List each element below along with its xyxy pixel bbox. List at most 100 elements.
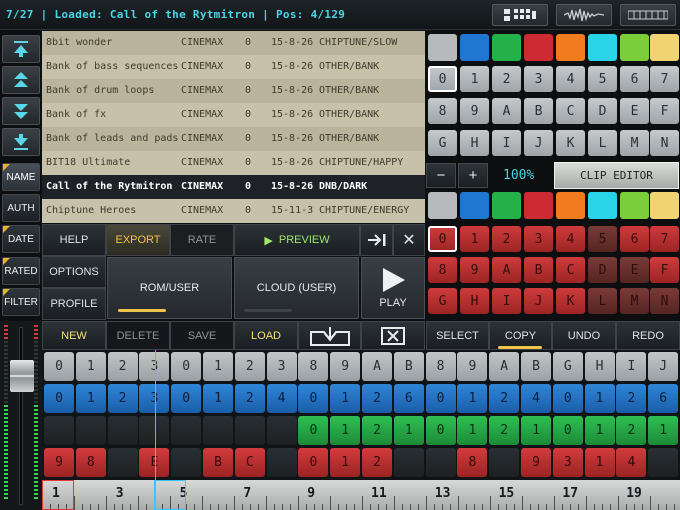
sequencer-cell[interactable] [489, 448, 520, 477]
filter-button[interactable]: FILTER [2, 288, 40, 316]
clip-pad[interactable]: I [492, 288, 521, 314]
color-swatch[interactable] [492, 192, 521, 219]
color-swatch[interactable] [588, 34, 617, 61]
pattern-pad[interactable]: E [620, 98, 649, 124]
profile-button[interactable]: PROFILE [42, 288, 106, 320]
sequencer-cell[interactable]: 0 [425, 416, 456, 445]
song-row[interactable]: Bank of drum loops CINEMAX 0 15-8-26 OTHER/B… [42, 79, 425, 103]
sequencer-cell[interactable] [171, 416, 202, 445]
sequencer-cell[interactable]: 2 [616, 416, 647, 445]
sequencer-cell[interactable]: B [203, 448, 233, 477]
sequencer-cell[interactable]: 2 [107, 352, 138, 381]
pattern-pad[interactable]: L [588, 130, 617, 156]
clip-pad[interactable]: C [556, 257, 585, 283]
sequencer-cell[interactable]: 3 [266, 352, 297, 381]
sequencer-cell[interactable]: 8 [457, 448, 488, 477]
close-button[interactable]: ✕ [393, 224, 425, 256]
clip-pad[interactable]: 8 [428, 257, 457, 283]
sequencer-cell[interactable] [234, 416, 265, 445]
clip-pad[interactable]: F [650, 257, 679, 283]
redo-button[interactable]: REDO [616, 321, 680, 350]
help-button[interactable]: HELP [42, 224, 106, 256]
song-row[interactable]: Bank of leads and pads CINEMAX 0 15-8-26 OTH… [42, 127, 425, 151]
pattern-pad[interactable]: N [650, 130, 679, 156]
waveform-button[interactable] [556, 4, 612, 26]
sequencer-cell[interactable]: 0 [552, 384, 583, 413]
keyboard-button[interactable] [620, 4, 676, 26]
minus-button[interactable]: − [426, 163, 456, 188]
pattern-pad[interactable]: 2 [492, 66, 521, 92]
sequencer-cell[interactable] [425, 448, 456, 477]
sequencer-cell[interactable]: 8 [425, 352, 456, 381]
sequencer-cell[interactable]: 1 [203, 384, 233, 413]
clip-pad[interactable]: A [492, 257, 521, 283]
sequencer-cell[interactable]: 1 [203, 352, 233, 381]
load-to-button[interactable] [360, 224, 393, 256]
sequencer-cell[interactable]: 2 [362, 416, 392, 445]
sequencer-cell[interactable]: 1 [648, 416, 679, 445]
pattern-pad[interactable]: H [460, 130, 489, 156]
sequencer-cell[interactable]: 9 [44, 448, 74, 477]
color-swatch[interactable] [650, 34, 679, 61]
pattern-pad[interactable]: 5 [588, 66, 617, 92]
clip-pad[interactable]: 6 [620, 226, 649, 252]
pattern-pad[interactable]: I [492, 130, 521, 156]
color-swatch[interactable] [650, 192, 679, 219]
color-swatch[interactable] [428, 34, 457, 61]
color-swatch[interactable] [460, 34, 489, 61]
song-row[interactable]: Bank of fx CINEMAX 0 15-8-26 OTHER/BANK [42, 103, 425, 127]
color-swatch[interactable] [620, 192, 649, 219]
sequencer-cell[interactable]: I [616, 352, 647, 381]
delete-button[interactable]: DELETE [106, 321, 170, 350]
sequencer-cell[interactable]: 1 [584, 416, 615, 445]
clip-pad[interactable]: 3 [524, 226, 553, 252]
sequencer-cell[interactable]: 3 [552, 448, 583, 477]
clip-pad[interactable]: 2 [492, 226, 521, 252]
sequencer-cell[interactable]: 9 [521, 448, 551, 477]
sequencer-cell[interactable]: 9 [457, 352, 488, 381]
clip-pad[interactable]: N [650, 288, 679, 314]
color-swatch[interactable] [460, 192, 489, 219]
sequencer-cell[interactable]: 2 [362, 384, 392, 413]
sequencer-cell[interactable]: A [489, 352, 520, 381]
clip-pad[interactable]: M [620, 288, 649, 314]
color-swatch[interactable] [524, 34, 553, 61]
sequencer-cell[interactable] [107, 416, 138, 445]
pattern-pad[interactable]: A [492, 98, 521, 124]
clip-pad[interactable]: J [524, 288, 553, 314]
sequencer-cell[interactable] [266, 416, 297, 445]
pattern-pad[interactable]: 7 [650, 66, 679, 92]
clip-pad[interactable]: G [428, 288, 457, 314]
loop-start-marker[interactable] [42, 480, 74, 510]
sequencer-cell[interactable]: 2 [489, 384, 520, 413]
sequencer-cell[interactable]: 4 [266, 384, 297, 413]
sequencer-cell[interactable]: 0 [298, 448, 329, 477]
pattern-pad[interactable]: F [650, 98, 679, 124]
sequencer-cell[interactable]: G [552, 352, 583, 381]
pattern-pad[interactable]: D [588, 98, 617, 124]
sort-author-button[interactable]: AUTH [2, 194, 40, 222]
pattern-matrix-button[interactable] [492, 4, 548, 26]
sequencer-cell[interactable] [266, 448, 297, 477]
sequencer-cell[interactable] [648, 448, 679, 477]
clip-pad[interactable]: K [556, 288, 585, 314]
page-up-button[interactable] [2, 66, 40, 94]
page-down-button[interactable] [2, 97, 40, 125]
color-swatch[interactable] [620, 34, 649, 61]
pattern-pad[interactable]: 3 [524, 66, 553, 92]
song-row[interactable]: Call of the Rytmitron CINEMAX 0 15-8-26 DNB/… [42, 175, 425, 199]
sequencer-cell[interactable]: 6 [648, 384, 679, 413]
pattern-pad[interactable]: 9 [460, 98, 489, 124]
plus-button[interactable]: + [458, 163, 488, 188]
sequencer-cell[interactable]: 0 [552, 416, 583, 445]
sequencer-cell[interactable]: 2 [234, 352, 265, 381]
pattern-pad[interactable]: 6 [620, 66, 649, 92]
clip-pad[interactable]: 1 [460, 226, 489, 252]
pattern-pad[interactable]: 1 [460, 66, 489, 92]
scroll-top-button[interactable] [2, 35, 40, 63]
sequencer-cell[interactable]: 1 [75, 352, 106, 381]
sequencer-cell[interactable]: 4 [521, 384, 551, 413]
sequencer-cell[interactable]: 8 [298, 352, 329, 381]
song-row[interactable]: BIT18 Ultimate CINEMAX 0 15-8-26 CHIPTUNE/HA… [42, 151, 425, 175]
sequencer-cell[interactable] [393, 448, 424, 477]
